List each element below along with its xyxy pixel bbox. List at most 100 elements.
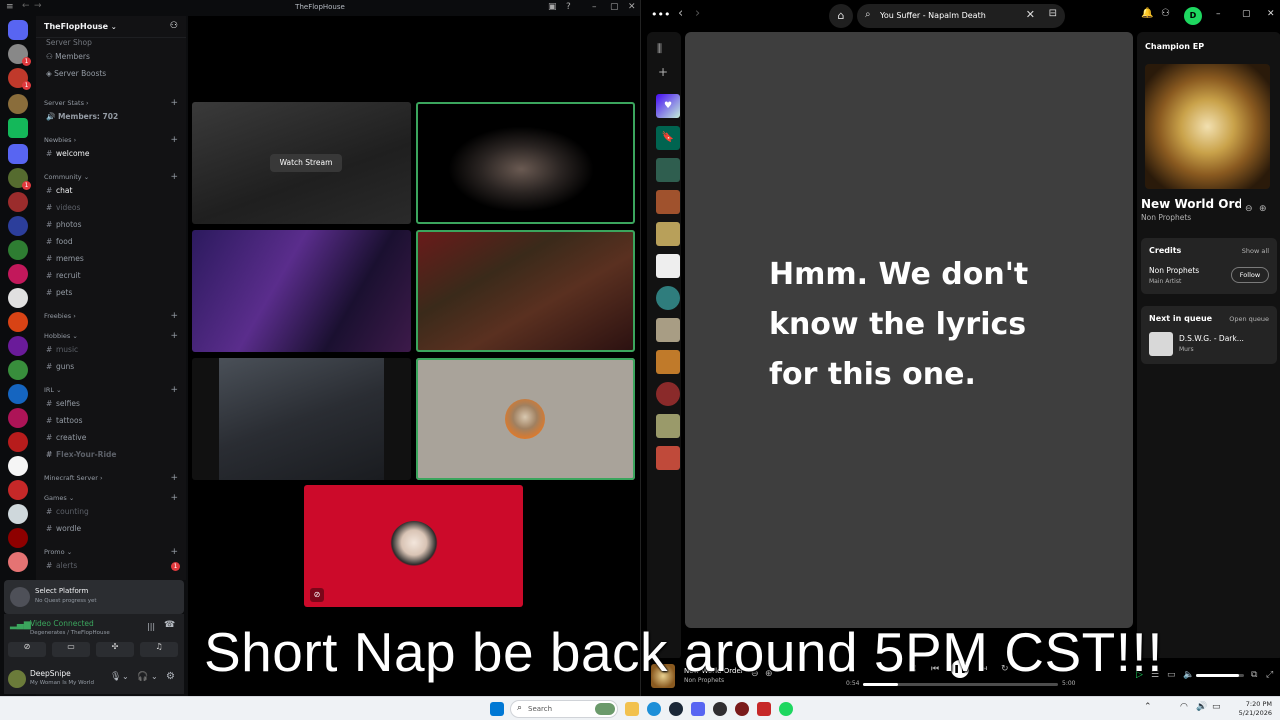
channel-music[interactable]: # music <box>36 345 186 359</box>
server-icon[interactable] <box>8 360 28 380</box>
server-icon[interactable] <box>8 144 28 164</box>
channel-flex-your-ride[interactable]: # Flex-Your-Ride <box>36 450 186 464</box>
discord-icon[interactable] <box>691 702 705 716</box>
disconnect-icon[interactable]: ☎ <box>164 620 175 630</box>
close-button[interactable]: ✕ <box>628 2 636 12</box>
add-channel-icon[interactable]: + <box>170 311 178 321</box>
channel-guns[interactable]: # guns <box>36 362 186 376</box>
server-icon[interactable] <box>8 408 28 428</box>
category-freebies[interactable]: Freebies › + <box>36 311 186 324</box>
home-button[interactable]: ⌂ <box>829 4 853 28</box>
edge-browser-icon[interactable] <box>647 702 661 716</box>
add-channel-icon[interactable]: + <box>170 98 178 108</box>
screen-share-button[interactable]: ▭ <box>52 642 90 657</box>
category-hobbies[interactable]: Hobbies ⌄ + <box>36 331 186 344</box>
file-explorer-icon[interactable] <box>625 702 639 716</box>
open-queue-link[interactable]: Open queue <box>1229 315 1269 323</box>
battery-icon[interactable]: ▭ <box>1212 702 1221 712</box>
friend-activity-icon[interactable]: ⚇ <box>1161 8 1170 19</box>
steam-icon[interactable] <box>669 702 683 716</box>
playlist-icon[interactable] <box>656 446 680 470</box>
channel-chat[interactable]: # chat <box>36 186 186 200</box>
category-minecraft[interactable]: Minecraft Server › + <box>36 473 186 486</box>
server-icon[interactable] <box>8 552 28 572</box>
inbox-icon[interactable]: ▣ <box>548 2 557 12</box>
show-all-link[interactable]: Show all <box>1242 247 1269 255</box>
obs-icon[interactable] <box>713 702 727 716</box>
credit-name[interactable]: Non Prophets <box>1149 266 1199 275</box>
channel-selfies[interactable]: # selfies <box>36 399 186 413</box>
nav-server-shop[interactable]: Server Shop <box>36 38 186 52</box>
server-icon[interactable] <box>8 240 28 260</box>
video-tile[interactable] <box>192 230 411 352</box>
direct-messages-icon[interactable] <box>8 20 28 40</box>
playlist-icon[interactable] <box>656 350 680 374</box>
chevron-down-icon[interactable]: ⌄ <box>151 672 158 681</box>
channel-creative[interactable]: # creative <box>36 433 186 447</box>
channel-pets[interactable]: # pets <box>36 288 186 302</box>
album-art[interactable] <box>1145 64 1270 189</box>
video-tile[interactable] <box>416 358 635 480</box>
channel-recruit[interactable]: # recruit <box>36 271 186 285</box>
channel-wordle[interactable]: # wordle <box>36 524 186 538</box>
add-channel-icon[interactable]: + <box>170 172 178 182</box>
remove-icon[interactable]: ⊖ <box>1245 204 1253 214</box>
back-icon[interactable]: ‹ <box>678 6 683 21</box>
add-channel-icon[interactable]: + <box>170 473 178 483</box>
video-tile[interactable] <box>192 358 411 480</box>
server-icon[interactable] <box>8 94 28 114</box>
close-button[interactable]: ✕ <box>1267 9 1275 19</box>
server-icon[interactable] <box>8 384 28 404</box>
activities-button[interactable]: ✣ <box>96 642 134 657</box>
channel-tattoos[interactable]: # tattoos <box>36 416 186 430</box>
server-icon[interactable] <box>8 312 28 332</box>
channel-alerts[interactable]: # alerts 1 <box>36 561 186 575</box>
add-channel-icon[interactable]: + <box>170 493 178 503</box>
server-icon[interactable] <box>8 336 28 356</box>
nav-members[interactable]: ⚇ Members <box>36 52 186 66</box>
taskbar-search-input[interactable]: ⌕ Search <box>510 700 618 718</box>
category-newbies[interactable]: Newbies › + <box>36 135 186 148</box>
profile-avatar[interactable]: D <box>1184 7 1202 25</box>
server-icon[interactable]: 1 <box>8 68 31 90</box>
app-icon[interactable] <box>757 702 771 716</box>
server-icon[interactable] <box>8 216 28 236</box>
channel-counting[interactable]: # counting <box>36 507 186 521</box>
category-community[interactable]: Community ⌄ + <box>36 172 186 185</box>
watch-stream-button[interactable]: Watch Stream <box>270 154 342 172</box>
category-games[interactable]: Games ⌄ + <box>36 493 186 506</box>
create-icon[interactable]: + <box>658 65 668 79</box>
channel-food[interactable]: # food <box>36 237 186 251</box>
fullscreen-icon[interactable]: ⤢ <box>1266 670 1273 680</box>
queue-track-title[interactable]: D.S.W.G. - Dark... <box>1179 334 1244 343</box>
liked-songs-icon[interactable]: ♥ <box>656 94 680 118</box>
playlist-icon[interactable] <box>656 190 680 214</box>
tray-chevron-icon[interactable]: ⌃ <box>1144 702 1152 712</box>
category-irl[interactable]: IRL ⌄ + <box>36 385 186 398</box>
nav-server-boosts[interactable]: ◈ Server Boosts <box>36 69 186 83</box>
server-icon[interactable] <box>8 480 28 500</box>
playlist-icon[interactable] <box>656 414 680 438</box>
playlist-icon[interactable] <box>656 222 680 246</box>
bell-icon[interactable]: 🔔 <box>1141 8 1153 19</box>
minimize-button[interactable]: – <box>592 2 597 12</box>
wifi-icon[interactable]: ◠ <box>1180 702 1188 712</box>
server-header[interactable]: TheFlopHouse ⌄ ⚇ <box>36 16 186 38</box>
spotify-icon[interactable] <box>779 702 793 716</box>
library-icon[interactable]: ⫼ <box>657 42 662 56</box>
clock-time[interactable]: 7:20 PM <box>1238 700 1272 708</box>
browse-icon[interactable]: ⊟ <box>1049 8 1057 19</box>
start-button-icon[interactable] <box>490 702 504 716</box>
album-title[interactable]: Champion EP <box>1145 42 1204 51</box>
search-input[interactable]: ⌕ You Suffer - Napalm Death ✕ ⊟ <box>857 4 1065 28</box>
category-server-stats[interactable]: Server Stats › + <box>36 98 186 111</box>
queue-track-artist[interactable]: Murs <box>1179 346 1194 353</box>
voice-location[interactable]: Degenerates / TheFlopHouse <box>30 630 110 636</box>
app-icon[interactable] <box>735 702 749 716</box>
stream-tile[interactable]: Watch Stream <box>192 102 411 224</box>
speaker-icon[interactable]: 🔊 <box>1196 702 1207 712</box>
queue-track-art[interactable] <box>1149 332 1173 356</box>
minimize-button[interactable]: – <box>1216 9 1221 19</box>
playlist-icon[interactable] <box>656 158 680 182</box>
maximize-button[interactable]: ▢ <box>610 2 619 12</box>
